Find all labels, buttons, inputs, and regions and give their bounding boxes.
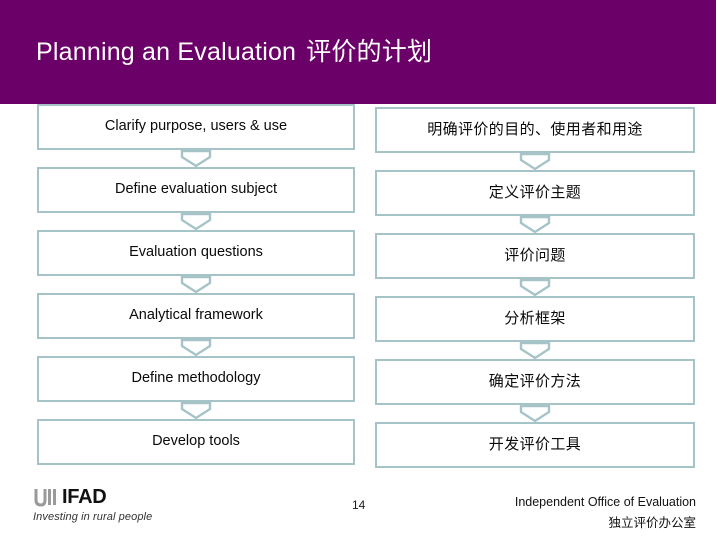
office-name-chinese: 独立评价办公室 bbox=[608, 516, 696, 530]
flow-row: Analytical framework bbox=[37, 293, 355, 357]
ifad-logo: IFAD Investing in rural people bbox=[33, 486, 233, 523]
flow-step-label: Evaluation questions bbox=[129, 244, 263, 261]
flow-step-box-en-6[interactable]: Develop tools bbox=[37, 419, 355, 465]
flow-row: 确定评价方法 bbox=[375, 359, 695, 423]
page-number: 14 bbox=[352, 498, 366, 512]
flow-row: Define methodology bbox=[37, 356, 355, 420]
flow-step-label: Define methodology bbox=[131, 370, 261, 387]
flow-step-box-zh-2[interactable]: 定义评价主题 bbox=[375, 170, 695, 216]
page-title-english: Planning an Evaluation bbox=[36, 38, 297, 66]
down-arrow-icon bbox=[515, 342, 555, 360]
office-attribution: Independent Office of Evaluation 独立评价办公室 bbox=[515, 495, 696, 531]
down-arrow-icon bbox=[515, 153, 555, 171]
office-name-english: Independent Office of Evaluation bbox=[514, 495, 696, 509]
flow-step-label: Clarify purpose, users & use bbox=[104, 118, 288, 135]
page-title-chinese: 评价的计划 bbox=[306, 38, 433, 66]
flow-step-box-zh-1[interactable]: 明确评价的目的、使用者和用途 bbox=[375, 107, 695, 153]
flow-step-box-zh-5[interactable]: 确定评价方法 bbox=[375, 359, 695, 405]
flow-step-label: 分析框架 bbox=[504, 309, 566, 327]
flow-row: Evaluation questions bbox=[37, 230, 355, 294]
down-arrow-icon bbox=[176, 402, 216, 420]
flow-step-label: 定义评价主题 bbox=[488, 183, 582, 201]
flow-step-box-en-1[interactable]: Clarify purpose, users & use bbox=[37, 104, 355, 150]
flow-row: 分析框架 bbox=[375, 296, 695, 360]
down-arrow-icon bbox=[515, 216, 555, 234]
flow-row: Develop tools bbox=[37, 419, 355, 482]
flow-step-label: 评价问题 bbox=[504, 246, 566, 264]
ifad-logo-line: IFAD bbox=[33, 486, 233, 509]
flow-row: 明确评价的目的、使用者和用途 bbox=[375, 107, 695, 171]
ifad-wordmark: IFAD bbox=[62, 486, 107, 508]
flow-step-box-zh-4[interactable]: 分析框架 bbox=[375, 296, 695, 342]
flow-row: Define evaluation subject bbox=[37, 167, 355, 231]
flow-row: Clarify purpose, users & use bbox=[37, 104, 355, 168]
down-arrow-icon bbox=[176, 276, 216, 294]
flow-step-box-en-2[interactable]: Define evaluation subject bbox=[37, 167, 355, 213]
ifad-tagline: Investing in rural people bbox=[33, 511, 153, 523]
flow-step-box-en-4[interactable]: Analytical framework bbox=[37, 293, 355, 339]
flow-row: 开发评价工具 bbox=[375, 422, 695, 485]
flow-column-chinese: 明确评价的目的、使用者和用途 定义评价主题 评价问题 分析框架 确定评价方法 开… bbox=[375, 107, 695, 485]
flow-step-label: 开发评价工具 bbox=[488, 435, 582, 453]
down-arrow-icon bbox=[176, 213, 216, 231]
flow-column-english: Clarify purpose, users & use Define eval… bbox=[37, 104, 355, 482]
flow-step-label: Analytical framework bbox=[129, 307, 263, 324]
flow-step-label: 明确评价的目的、使用者和用途 bbox=[427, 120, 643, 138]
down-arrow-icon bbox=[515, 279, 555, 297]
flow-row: 评价问题 bbox=[375, 233, 695, 297]
evaluation-planning-flowchart: Clarify purpose, users & use Define eval… bbox=[0, 104, 720, 484]
flow-step-label: 确定评价方法 bbox=[488, 372, 582, 390]
flow-step-label: Define evaluation subject bbox=[114, 181, 278, 198]
flow-step-box-en-5[interactable]: Define methodology bbox=[37, 356, 355, 402]
flow-row: 定义评价主题 bbox=[375, 170, 695, 234]
header-right-edge-strip bbox=[716, 0, 720, 104]
flow-step-box-zh-6[interactable]: 开发评价工具 bbox=[375, 422, 695, 468]
flow-step-label: Develop tools bbox=[152, 433, 240, 450]
slide-footer: IFAD Investing in rural people 14 Indepe… bbox=[0, 484, 720, 540]
page-title: Planning an Evaluation 评价的计划 bbox=[36, 32, 432, 68]
flow-step-box-en-3[interactable]: Evaluation questions bbox=[37, 230, 355, 276]
down-arrow-icon bbox=[176, 339, 216, 357]
down-arrow-icon bbox=[515, 405, 555, 423]
down-arrow-icon bbox=[176, 150, 216, 168]
flow-step-box-zh-3[interactable]: 评价问题 bbox=[375, 233, 695, 279]
ifad-logo-mark-icon bbox=[33, 488, 59, 507]
